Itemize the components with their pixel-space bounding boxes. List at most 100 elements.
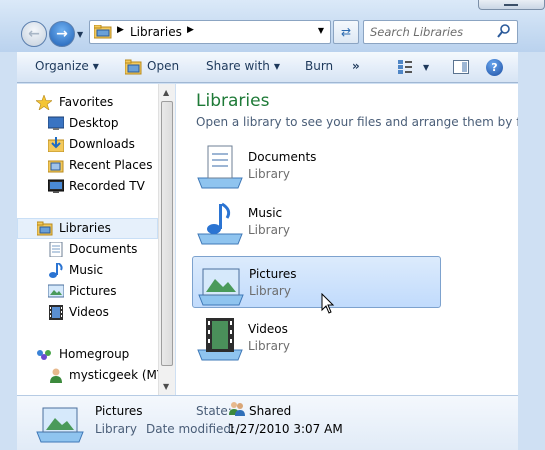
details-pane: Pictures Library State: Shared Date modi… <box>17 395 518 450</box>
burn-button[interactable]: Burn <box>305 59 333 73</box>
downloads-icon <box>48 137 64 152</box>
desktop-icon <box>48 116 64 130</box>
search-icon <box>497 24 510 38</box>
videos-icon <box>49 305 63 320</box>
nav-homegroup[interactable]: Homegroup <box>17 344 158 365</box>
nav-item-label: Downloads <box>69 137 135 151</box>
libraries-folder-icon <box>37 221 53 236</box>
homegroup-icon <box>37 350 51 360</box>
chevron-down-icon: ▼ <box>273 62 281 71</box>
open-button[interactable]: Open <box>147 59 179 73</box>
nav-item-label: Desktop <box>69 116 119 130</box>
address-dropdown[interactable]: ▼ <box>318 26 324 35</box>
nav-favorites[interactable]: Favorites <box>17 92 158 113</box>
music-note-icon <box>49 263 63 278</box>
music-library-icon <box>197 202 243 245</box>
page-title: Libraries <box>196 91 270 111</box>
date-modified-value: 1/27/2010 3:07 AM <box>228 422 343 436</box>
back-arrow-icon: ← <box>28 26 40 42</box>
library-videos[interactable]: Videos Library <box>192 312 441 364</box>
forward-button[interactable]: → <box>49 21 75 47</box>
minimize-button[interactable] <box>478 0 545 10</box>
nav-item-recent-places[interactable]: Recent Places <box>17 155 158 176</box>
library-type: Library <box>248 167 290 181</box>
library-name: Music <box>248 206 283 220</box>
chevron-down-icon: ▼ <box>92 62 99 71</box>
library-name: Documents <box>248 150 317 164</box>
share-with-button[interactable]: Share with ▼ <box>206 59 280 73</box>
recent-pages-dropdown[interactable]: ▼ <box>77 30 83 39</box>
nav-homegroup-label: Homegroup <box>59 347 130 361</box>
refresh-icon: ⇄ <box>340 25 352 39</box>
address-bar[interactable]: ▶ Libraries ▶ ▼ <box>89 20 331 44</box>
breadcrumb-libraries[interactable]: Libraries <box>130 25 182 39</box>
organize-button[interactable]: Organize ▼ <box>35 59 99 73</box>
library-type: Library <box>249 284 291 298</box>
details-type: Library <box>95 422 137 436</box>
scrollbar-thumb[interactable] <box>161 101 173 366</box>
libraries-folder-icon <box>94 25 112 39</box>
nav-item-music[interactable]: Music <box>17 260 158 281</box>
nav-item-label: Music <box>69 263 104 277</box>
nav-item-downloads[interactable]: Downloads <box>17 134 158 155</box>
navigation-pane: Favorites Desktop Downloads Recent Place… <box>17 84 158 395</box>
library-type: Library <box>248 223 290 237</box>
nav-item-label: Documents <box>69 242 138 256</box>
help-icon[interactable]: ? <box>486 59 503 76</box>
nav-pane-scrollbar[interactable]: ▲ ▼ <box>158 84 175 395</box>
search-box[interactable] <box>363 20 518 44</box>
date-modified-label: Date modified: <box>146 422 236 436</box>
recent-places-icon <box>48 160 64 173</box>
library-name: Pictures <box>249 267 297 281</box>
preview-pane-icon[interactable] <box>453 60 469 74</box>
change-view-icon[interactable] <box>398 60 412 74</box>
content-pane: Libraries Open a library to see your fil… <box>176 84 518 395</box>
search-input[interactable] <box>370 24 490 40</box>
pictures-library-icon <box>36 407 84 443</box>
window-border <box>518 84 528 395</box>
nav-favorites-label: Favorites <box>59 95 114 109</box>
nav-item-desktop[interactable]: Desktop <box>17 113 158 134</box>
view-options-dropdown[interactable]: ▼ <box>423 63 429 72</box>
library-name: Videos <box>248 322 288 336</box>
shared-users-icon <box>229 402 245 416</box>
documents-library-icon <box>197 145 243 189</box>
library-type: Library <box>248 339 290 353</box>
state-value: Shared <box>249 404 292 418</box>
open-folder-icon <box>125 59 142 75</box>
star-icon <box>36 95 52 110</box>
nav-item-label: Recent Places <box>69 158 153 172</box>
nav-item-label: Pictures <box>69 284 117 298</box>
refresh-button[interactable]: ⇄ <box>333 20 359 44</box>
nav-libraries-label: Libraries <box>59 221 111 235</box>
library-pictures[interactable]: Pictures Library <box>192 256 441 308</box>
details-name: Pictures <box>95 404 143 418</box>
documents-icon <box>49 242 63 257</box>
nav-item-label: Videos <box>69 305 109 319</box>
forward-arrow-icon: → <box>56 26 68 42</box>
library-documents[interactable]: Documents Library <box>192 140 441 192</box>
scroll-up-icon[interactable]: ▲ <box>163 88 169 97</box>
page-subtitle: Open a library to see your files and arr… <box>196 115 518 129</box>
nav-libraries[interactable]: Libraries <box>17 218 158 239</box>
share-with-label: Share with <box>206 59 270 73</box>
breadcrumb-separator[interactable]: ▶ <box>117 25 124 35</box>
scroll-down-icon[interactable]: ▼ <box>163 382 169 391</box>
breadcrumb-separator[interactable]: ▶ <box>187 25 194 35</box>
nav-item-recorded-tv[interactable]: Recorded TV <box>17 176 158 197</box>
nav-item-pictures[interactable]: Pictures <box>17 281 158 302</box>
mouse-cursor-icon <box>321 293 335 314</box>
command-bar: Organize ▼ Open Share with ▼ Burn » ▼ ? <box>17 52 518 83</box>
nav-item-label: mysticgeek (MYS <box>69 368 158 382</box>
recorded-tv-icon <box>48 179 64 193</box>
videos-library-icon <box>197 318 243 361</box>
nav-item-homegroup-user[interactable]: mysticgeek (MYS <box>17 365 158 386</box>
more-commands-button[interactable]: » <box>352 59 360 73</box>
back-button[interactable]: ← <box>21 21 47 47</box>
nav-item-label: Recorded TV <box>69 179 145 193</box>
nav-item-documents[interactable]: Documents <box>17 239 158 260</box>
organize-label: Organize <box>35 59 89 73</box>
library-music[interactable]: Music Library <box>192 196 441 248</box>
minimize-icon <box>504 4 518 6</box>
nav-item-videos[interactable]: Videos <box>17 302 158 323</box>
